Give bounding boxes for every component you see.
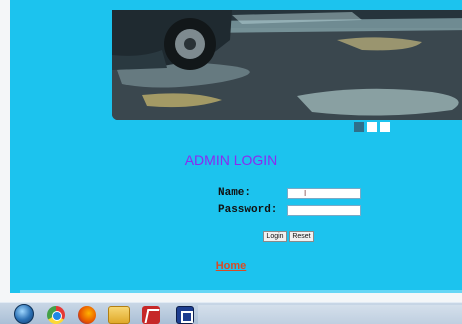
slider-dot-1[interactable] xyxy=(354,122,364,132)
chrome-icon[interactable] xyxy=(47,306,65,324)
browser-page: ADMIN LOGIN Name: I Password: Login Rese… xyxy=(0,0,462,324)
admin-login-title: ADMIN LOGIN xyxy=(184,152,278,168)
pdf-icon[interactable] xyxy=(142,306,160,324)
password-input[interactable] xyxy=(287,205,361,216)
login-button[interactable]: Login xyxy=(263,231,287,242)
firefox-icon[interactable] xyxy=(78,306,96,324)
password-label: Password: xyxy=(218,204,278,216)
home-link[interactable]: Home xyxy=(0,260,462,272)
main-panel xyxy=(10,0,462,293)
slider-dots xyxy=(354,122,390,132)
folder-icon[interactable] xyxy=(108,306,130,324)
slider-dot-3[interactable] xyxy=(380,122,390,132)
slider-dot-2[interactable] xyxy=(367,122,377,132)
taskbar-active-area xyxy=(198,305,462,324)
panel-footer-line xyxy=(20,290,462,293)
name-label: Name: xyxy=(218,187,252,199)
banner-image xyxy=(112,10,462,120)
taskbar xyxy=(0,302,462,324)
reset-button[interactable]: Reset xyxy=(289,231,314,242)
name-input[interactable]: I xyxy=(287,188,361,199)
app-icon[interactable] xyxy=(176,306,194,324)
windows-start-icon[interactable] xyxy=(14,304,34,324)
